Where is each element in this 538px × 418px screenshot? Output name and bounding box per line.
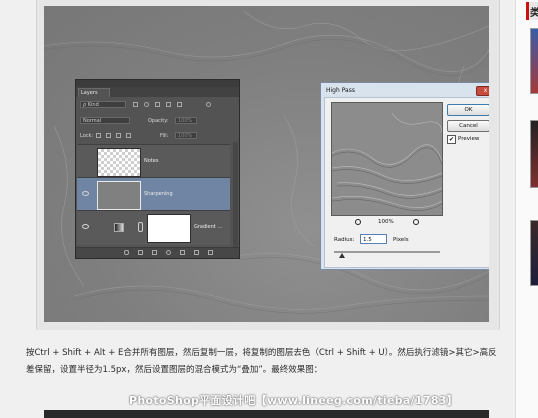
preview-checkbox[interactable]: ✔ xyxy=(447,135,456,144)
filter-toggle-icon[interactable] xyxy=(206,102,211,107)
sidebar-accent xyxy=(526,2,529,20)
zoom-in-icon[interactable] xyxy=(413,219,419,225)
layers-panel: Layers ρ Kind Normal Opacity: 100% Lock: xyxy=(75,79,240,259)
add-mask-icon[interactable] xyxy=(152,250,157,255)
fill-label: Fill: xyxy=(160,133,169,139)
lock-label: Lock: xyxy=(80,133,94,139)
filter-row: ρ Kind xyxy=(78,101,235,110)
preview-label: Preview xyxy=(458,136,480,142)
layer-name: Sharpening xyxy=(144,191,173,197)
sidebar-thumbnail[interactable] xyxy=(530,220,538,286)
lock-all-icon[interactable] xyxy=(126,133,131,138)
fill-field[interactable]: 100% xyxy=(175,132,197,139)
radius-slider-thumb[interactable] xyxy=(339,253,345,258)
eye-icon[interactable] xyxy=(82,191,89,196)
cancel-button[interactable]: Cancel xyxy=(447,120,489,132)
zoom-value: 100% xyxy=(378,219,394,225)
radius-unit: Pixels xyxy=(393,237,409,243)
pixel-filter-icon[interactable] xyxy=(133,102,138,107)
next-image-preview xyxy=(44,410,489,418)
layer-row[interactable]: Notes xyxy=(77,144,230,178)
lock-position-icon[interactable] xyxy=(116,133,121,138)
smart-object-filter-icon[interactable] xyxy=(177,102,182,107)
radius-label: Radius: xyxy=(334,237,355,243)
sidebar-thumbnail[interactable] xyxy=(530,120,538,188)
kind-filter-select[interactable]: ρ Kind xyxy=(80,101,126,108)
high-pass-dialog: High Pass x OK Cancel ✔ Preview 100% Rad… xyxy=(320,82,489,270)
article-body: Layers ρ Kind Normal Opacity: 100% Lock: xyxy=(0,0,515,418)
gradient-adjustment-icon xyxy=(114,223,124,232)
preview-texture xyxy=(332,103,442,215)
blend-row: Normal Opacity: 100% xyxy=(78,117,235,126)
zoom-row: 100% xyxy=(345,219,435,227)
layer-row[interactable]: Gradient ... xyxy=(77,210,230,245)
dialog-title: High Pass xyxy=(326,87,355,94)
preview-area[interactable] xyxy=(331,102,443,216)
layer-mask-thumbnail xyxy=(147,214,191,243)
scrollbar[interactable] xyxy=(233,142,238,247)
shape-filter-icon[interactable] xyxy=(166,102,171,107)
new-group-icon[interactable] xyxy=(180,250,185,255)
tutorial-screenshot: Layers ρ Kind Normal Opacity: 100% Lock: xyxy=(44,6,489,322)
layer-thumbnail xyxy=(97,148,141,177)
new-adjustment-icon[interactable] xyxy=(166,250,171,255)
tab-layers[interactable]: Layers xyxy=(78,88,110,97)
new-layer-icon[interactable] xyxy=(194,250,199,255)
layer-row-selected[interactable]: Sharpening xyxy=(77,177,230,211)
radius-input[interactable]: 1.5 xyxy=(360,234,387,244)
eye-icon[interactable] xyxy=(82,224,89,229)
radius-slider-track[interactable] xyxy=(334,251,440,253)
layer-name: Notes xyxy=(144,158,159,164)
layer-thumbnail xyxy=(97,181,141,210)
watermark: PhotoShop平面设计吧【www.lineeg.com/tieba/1783… xyxy=(129,394,459,407)
fx-icon[interactable] xyxy=(138,250,143,255)
adjustment-filter-icon[interactable] xyxy=(144,102,149,107)
panel-titlebar xyxy=(76,80,239,87)
lock-row: Lock: Fill: 100% xyxy=(78,132,235,141)
type-filter-icon[interactable] xyxy=(155,102,160,107)
delete-layer-icon[interactable] xyxy=(208,250,213,255)
tutorial-caption: 按Ctrl + Shift + Alt + E合并所有图层，然后复制一层，将复制… xyxy=(26,348,497,375)
link-layers-icon[interactable] xyxy=(124,250,129,255)
close-button[interactable]: x xyxy=(476,86,489,96)
opacity-label: Opacity: xyxy=(148,118,169,124)
layers-bottom-toolbar xyxy=(76,247,239,258)
right-sidebar: 类 xyxy=(515,0,538,418)
opacity-field[interactable]: 100% xyxy=(175,117,197,124)
lock-image-icon[interactable] xyxy=(106,133,111,138)
link-icon xyxy=(138,222,143,232)
lock-transparent-icon[interactable] xyxy=(96,133,101,138)
ok-button[interactable]: OK xyxy=(447,104,489,116)
sidebar-heading: 类 xyxy=(530,8,538,19)
sidebar-thumbnail[interactable] xyxy=(530,28,538,94)
blend-mode-select[interactable]: Normal xyxy=(80,117,130,124)
zoom-out-icon[interactable] xyxy=(355,219,361,225)
layer-name: Gradient ... xyxy=(194,224,223,230)
